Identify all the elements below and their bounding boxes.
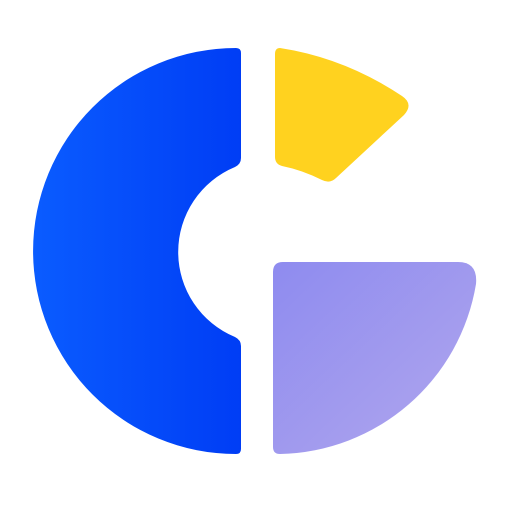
yellow-segment <box>275 48 409 182</box>
logo-canvas <box>0 0 512 512</box>
g-logo-icon <box>33 48 477 454</box>
blue-c-segment <box>33 48 242 454</box>
lavender-segment <box>273 262 477 454</box>
